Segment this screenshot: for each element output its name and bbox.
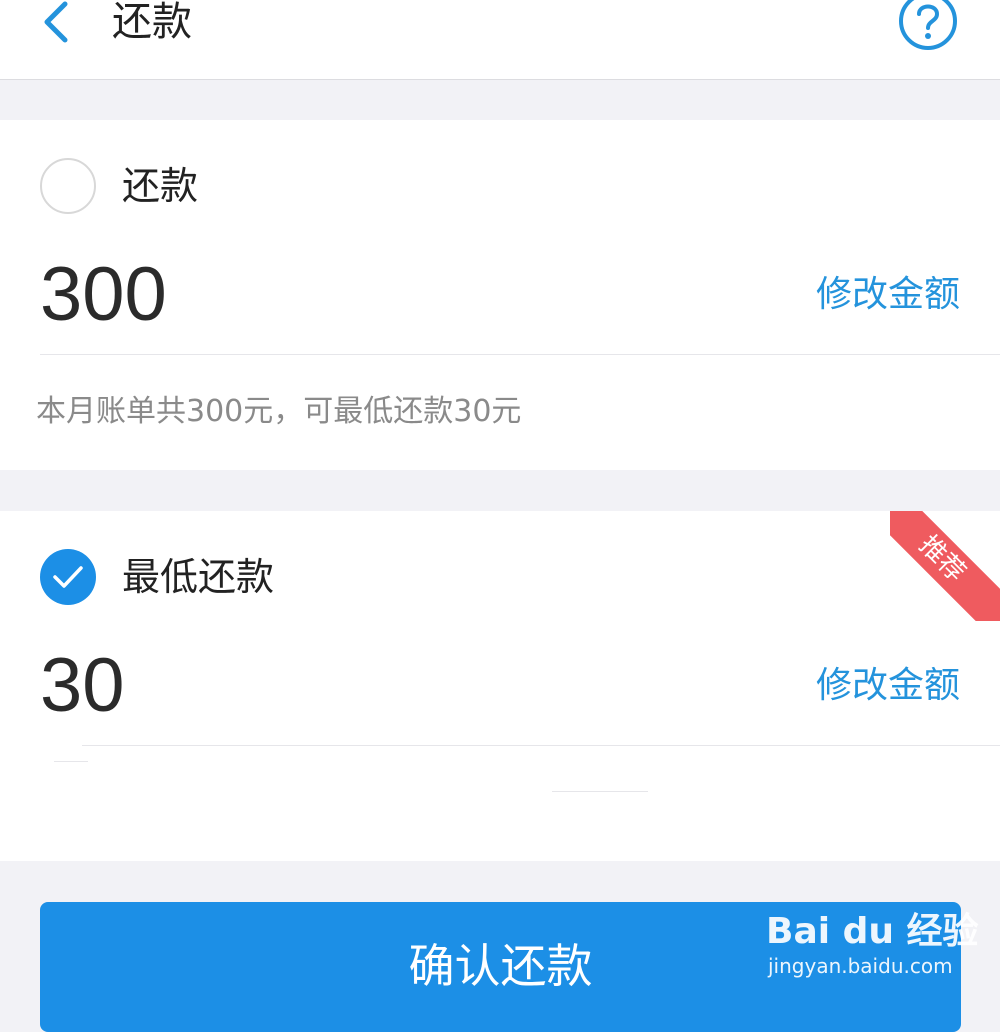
modify-amount-link[interactable]: 修改金额 [816, 661, 960, 711]
recommend-ribbon: 推荐 [890, 511, 1000, 621]
divider-fragment [552, 791, 648, 792]
amount-value: 300 [40, 252, 167, 337]
check-icon [53, 566, 83, 588]
option-label: 还款 [122, 164, 199, 208]
repay-option-minimum[interactable]: 最低还款 30 修改金额 推荐 [0, 511, 1000, 861]
radio-checked[interactable] [40, 549, 96, 605]
chevron-left-icon [44, 1, 68, 43]
repay-option-full[interactable]: 还款 300 修改金额 本月账单共300元，可最低还款30元 [0, 120, 1000, 470]
confirm-repay-button[interactable]: 确认还款 [40, 902, 961, 1032]
page-title: 还款 [112, 0, 192, 45]
option-label: 最低还款 [122, 555, 275, 599]
help-button[interactable] [897, 0, 959, 52]
bill-note: 本月账单共300元，可最低还款30元 [36, 394, 522, 429]
divider-fragment [54, 761, 88, 762]
question-circle-icon [899, 0, 957, 50]
recommend-badge: 推荐 [890, 511, 1000, 621]
divider [82, 745, 1000, 746]
amount-value: 30 [40, 643, 125, 728]
modify-amount-link[interactable]: 修改金额 [816, 270, 960, 320]
radio-unchecked[interactable] [40, 158, 96, 214]
top-bar: 还款 [0, 0, 1000, 80]
back-button[interactable] [28, 0, 84, 50]
divider [40, 354, 1000, 355]
